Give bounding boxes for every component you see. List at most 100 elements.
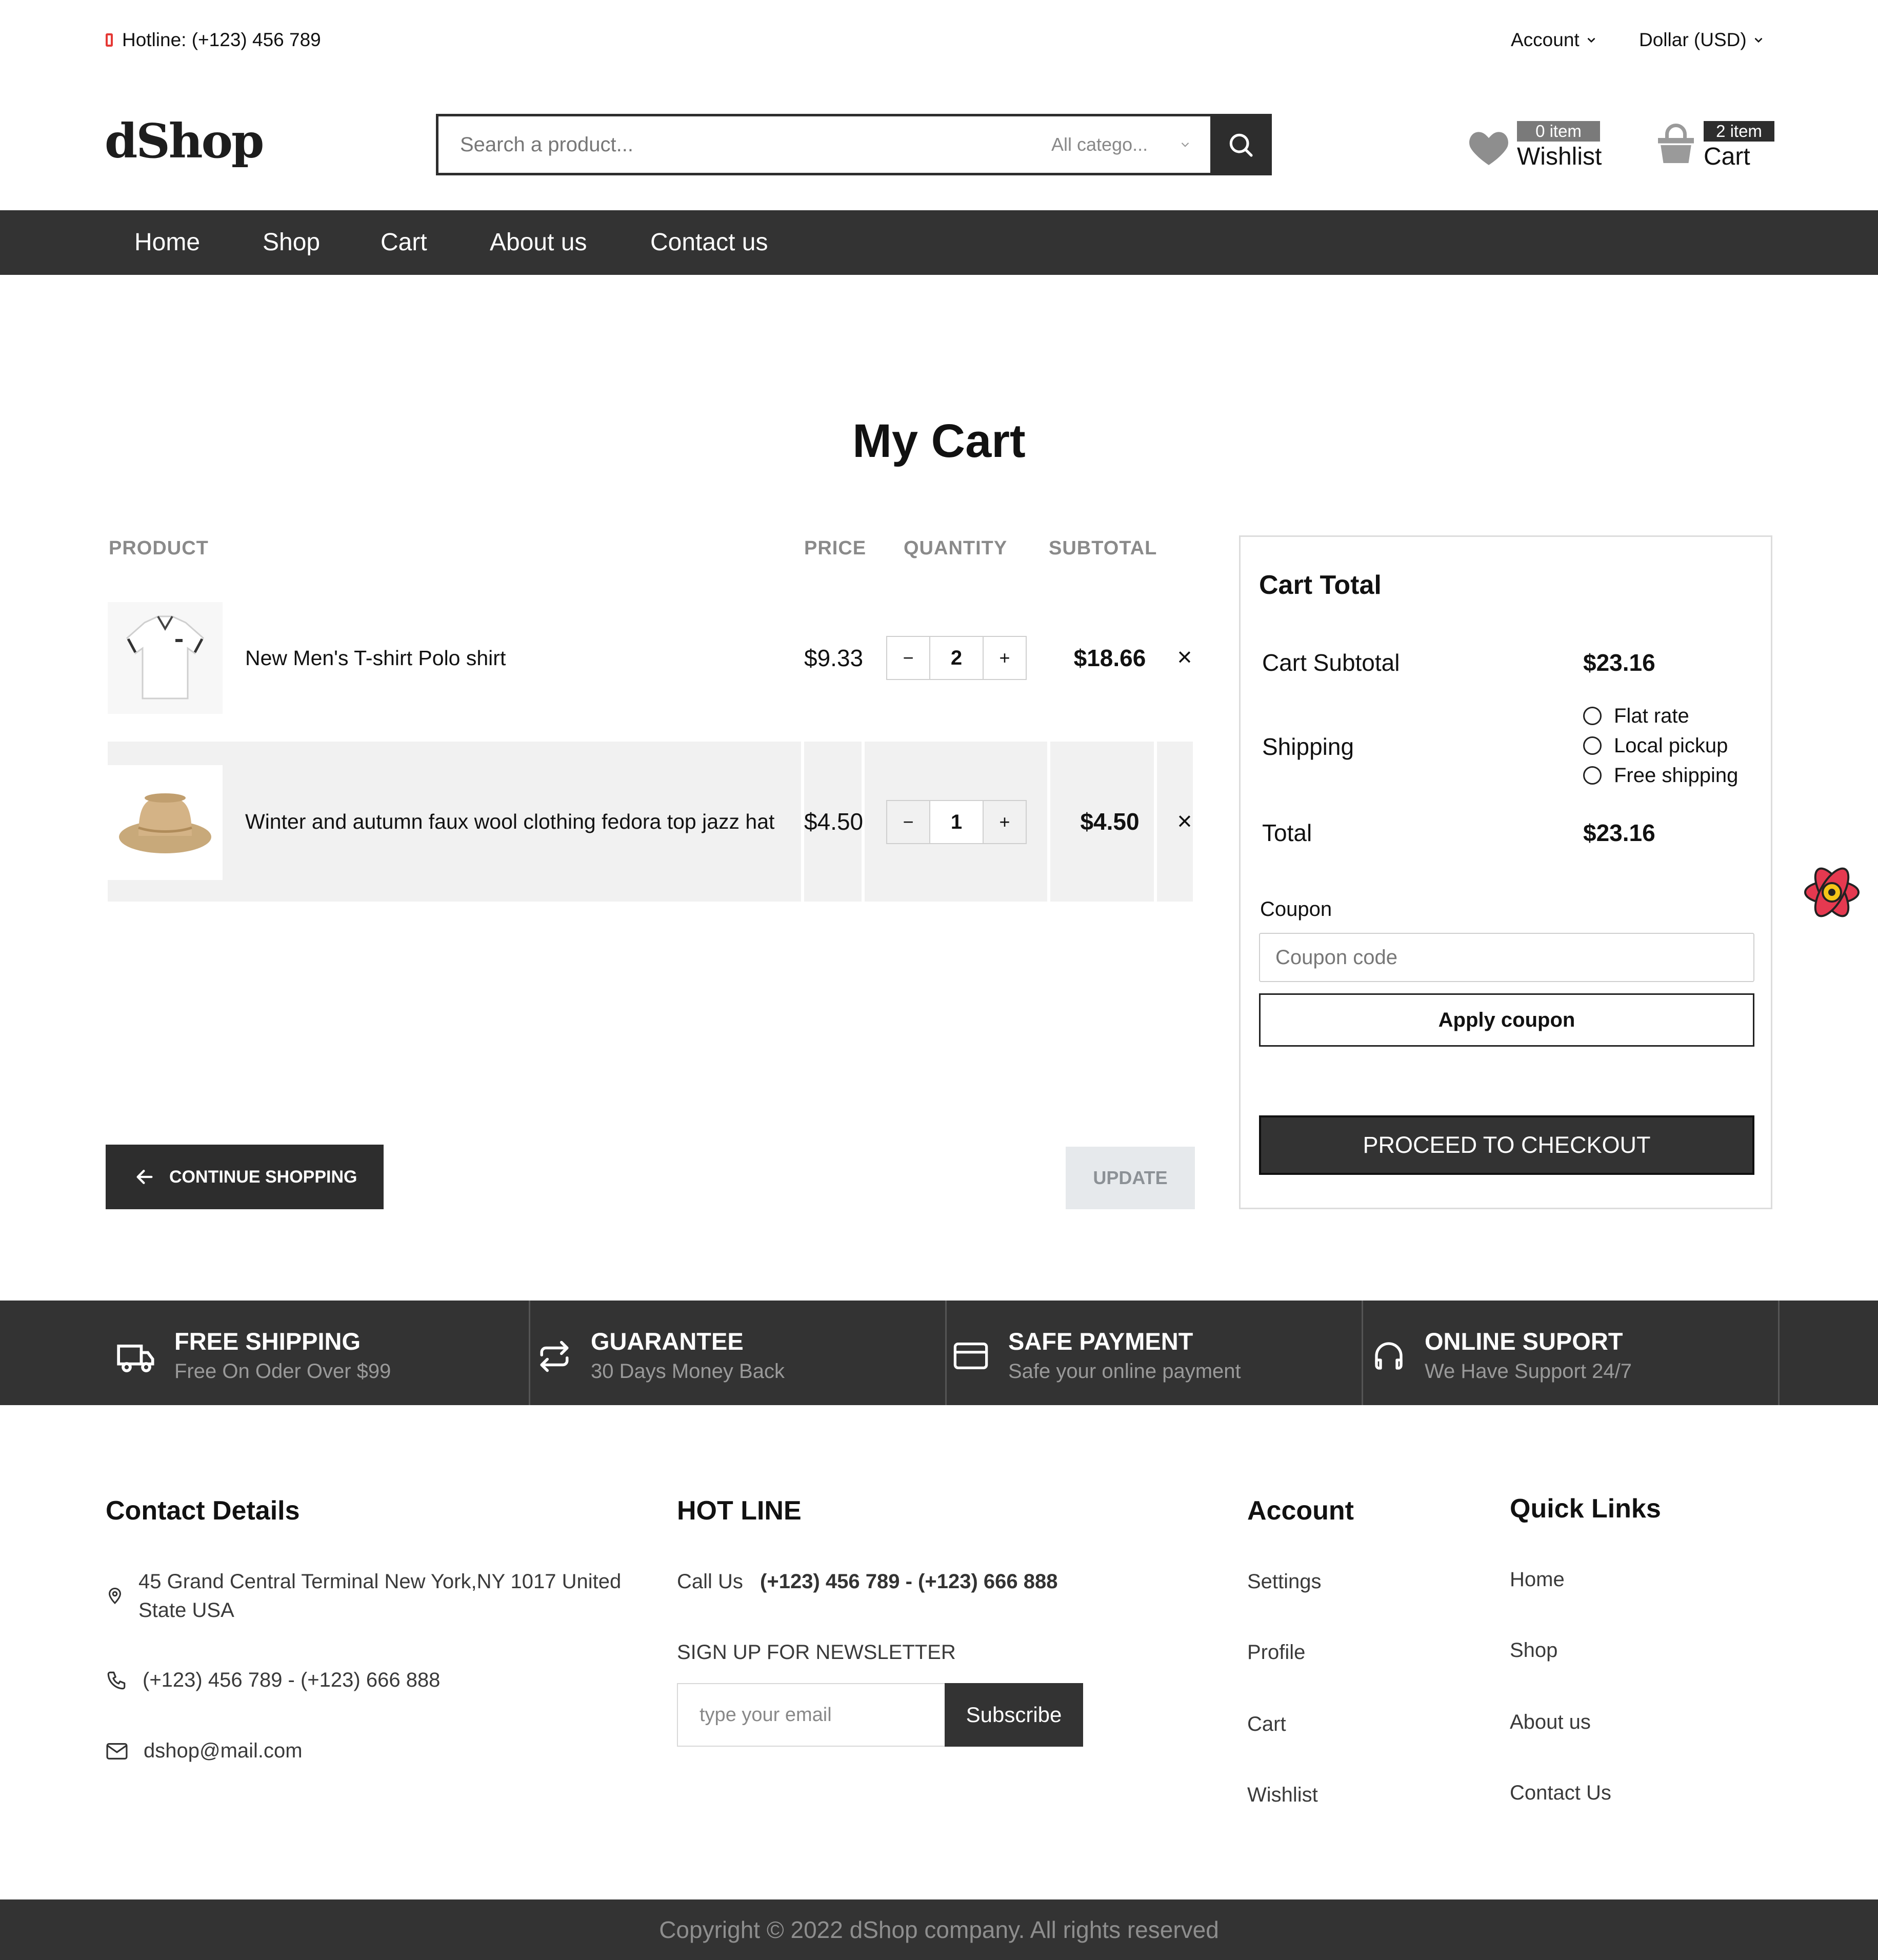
search-bar: Search a product... All catego... (436, 114, 1272, 175)
logo[interactable]: dShop (105, 108, 264, 174)
total-label: Total (1262, 819, 1312, 846)
radio-button[interactable] (1583, 766, 1602, 785)
email-text[interactable]: dshop@mail.com (144, 1739, 303, 1763)
account-dropdown[interactable]: Account (1511, 27, 1598, 53)
feature-divider (1778, 1301, 1780, 1405)
wishlist-badge: 0 item (1517, 121, 1600, 142)
quantity-input[interactable]: 1 (929, 800, 984, 844)
col-header-price: PRICE (804, 537, 867, 559)
product-name[interactable]: Winter and autumn faux wool clothing fed… (245, 742, 774, 902)
phone-icon (107, 1671, 126, 1689)
product-thumbnail[interactable] (108, 602, 223, 714)
nav-contact[interactable]: Contact us (650, 210, 768, 275)
feature-title: ONLINE SUPORT (1425, 1328, 1623, 1355)
nav-cart[interactable]: Cart (381, 210, 427, 275)
subtotal-label: Cart Subtotal (1262, 649, 1400, 676)
map-pin-icon (108, 1588, 122, 1605)
chevron-down-icon (1587, 37, 1595, 43)
product-price: $4.50 (804, 808, 864, 835)
account-title: Account (1247, 1496, 1354, 1526)
total-value: $23.16 (1583, 819, 1655, 846)
radio-button[interactable] (1583, 707, 1602, 725)
update-cart-button[interactable]: UPDATE (1066, 1147, 1195, 1209)
cart-total-panel: Cart Total Cart Subtotal $23.16 Shipping… (1239, 535, 1772, 1209)
hotline-area: Hotline: (+123) 456 789 (106, 27, 321, 53)
features-bar: FREE SHIPPING Free On Oder Over $99 GUAR… (0, 1301, 1878, 1405)
footer-link-settings[interactable]: Settings (1247, 1570, 1322, 1593)
footer-link-wishlist[interactable]: Wishlist (1247, 1784, 1318, 1807)
footer-link-home[interactable]: Home (1510, 1568, 1565, 1591)
column-divider (1154, 742, 1157, 902)
currency-dropdown[interactable]: Dollar (USD) (1639, 27, 1765, 53)
decrease-qty-button[interactable]: − (886, 800, 930, 844)
radio-button[interactable] (1583, 736, 1602, 755)
footer-link-profile[interactable]: Profile (1247, 1641, 1305, 1664)
copyright-bar: Copyright © 2022 dShop company. All righ… (0, 1899, 1878, 1960)
wishlist-link[interactable]: 0 item Wishlist (1467, 119, 1605, 172)
cart-label: Cart (1704, 143, 1750, 170)
page-title: My Cart (852, 415, 1026, 467)
newsletter-email-input[interactable]: type your email (677, 1683, 946, 1747)
feature-title: SAFE PAYMENT (1008, 1328, 1193, 1355)
col-header-quantity: QUANTITY (904, 537, 1008, 559)
heart-icon (1469, 132, 1508, 165)
table-row: Winter and autumn faux wool clothing fed… (108, 742, 1193, 902)
address-text: 45 Grand Central Terminal New York,NY 10… (138, 1570, 622, 1622)
cart-total-title: Cart Total (1259, 570, 1382, 600)
cart-badge: 2 item (1704, 121, 1774, 142)
feature-subtitle: Free On Oder Over $99 (174, 1360, 391, 1383)
cart-link[interactable]: 2 item Cart (1654, 119, 1777, 172)
nav-home[interactable]: Home (134, 210, 200, 275)
remove-item-button[interactable]: × (1169, 742, 1200, 901)
email-item: dshop@mail.com (106, 1739, 303, 1763)
truck-icon (117, 1344, 154, 1372)
page: Hotline: (+123) 456 789 Account Dollar (… (0, 0, 1878, 1960)
quantity-input[interactable]: 2 (929, 636, 984, 680)
react-devtools-icon[interactable] (1802, 865, 1862, 920)
search-button[interactable] (1210, 114, 1271, 175)
shipping-option-flat-rate[interactable]: Flat rate (1583, 701, 1738, 731)
account-label: Account (1511, 29, 1580, 50)
newsletter-label: SIGN UP FOR NEWSLETTER (677, 1641, 956, 1664)
quantity-stepper: − 2 + (886, 636, 1027, 680)
arrow-left-icon (136, 1170, 153, 1184)
nav-about[interactable]: About us (490, 210, 587, 275)
feature-title: FREE SHIPPING (174, 1328, 361, 1355)
feature-subtitle: 30 Days Money Back (591, 1360, 785, 1383)
footer-link-cart[interactable]: Cart (1247, 1713, 1286, 1736)
footer-link-contact[interactable]: Contact Us (1510, 1782, 1611, 1805)
continue-shopping-button[interactable]: CONTINUE SHOPPING (106, 1145, 384, 1209)
chevron-down-icon (1181, 142, 1189, 147)
increase-qty-button[interactable]: + (983, 636, 1027, 680)
product-thumbnail[interactable] (108, 765, 223, 880)
product-name[interactable]: New Men's T-shirt Polo shirt (245, 599, 506, 717)
apply-coupon-button[interactable]: Apply coupon (1259, 993, 1754, 1047)
shipping-option-local-pickup[interactable]: Local pickup (1583, 731, 1738, 761)
category-select[interactable]: All catego... (1051, 116, 1192, 173)
col-header-product: PRODUCT (109, 537, 209, 559)
shopping-basket-icon (1658, 124, 1694, 163)
feature-divider (945, 1301, 947, 1405)
shipping-option-free-shipping[interactable]: Free shipping (1583, 761, 1738, 790)
table-row: New Men's T-shirt Polo shirt $9.33 − 2 +… (108, 599, 1193, 717)
search-input[interactable]: Search a product... (460, 116, 633, 173)
remove-item-button[interactable]: × (1169, 599, 1200, 715)
category-label: All catego... (1051, 134, 1148, 155)
wishlist-label: Wishlist (1517, 143, 1602, 170)
increase-qty-button[interactable]: + (983, 800, 1027, 844)
coupon-input[interactable]: Coupon code (1259, 933, 1754, 982)
decrease-qty-button[interactable]: − (886, 636, 930, 680)
footer-link-about[interactable]: About us (1510, 1711, 1591, 1734)
fedora-hat-image (119, 793, 211, 853)
feature-subtitle: Safe your online payment (1008, 1360, 1241, 1383)
quick-links-title: Quick Links (1510, 1494, 1661, 1524)
proceed-to-checkout-button[interactable]: PROCEED TO CHECKOUT (1259, 1115, 1754, 1175)
nav-shop[interactable]: Shop (263, 210, 320, 275)
headphones-icon (1375, 1342, 1403, 1370)
quantity-stepper: − 1 + (886, 800, 1027, 844)
subscribe-button[interactable]: Subscribe (945, 1683, 1083, 1747)
footer-link-shop[interactable]: Shop (1510, 1639, 1557, 1662)
coupon-label: Coupon (1260, 898, 1332, 921)
shipping-option-label: Local pickup (1614, 734, 1728, 757)
search-icon (1229, 133, 1253, 157)
